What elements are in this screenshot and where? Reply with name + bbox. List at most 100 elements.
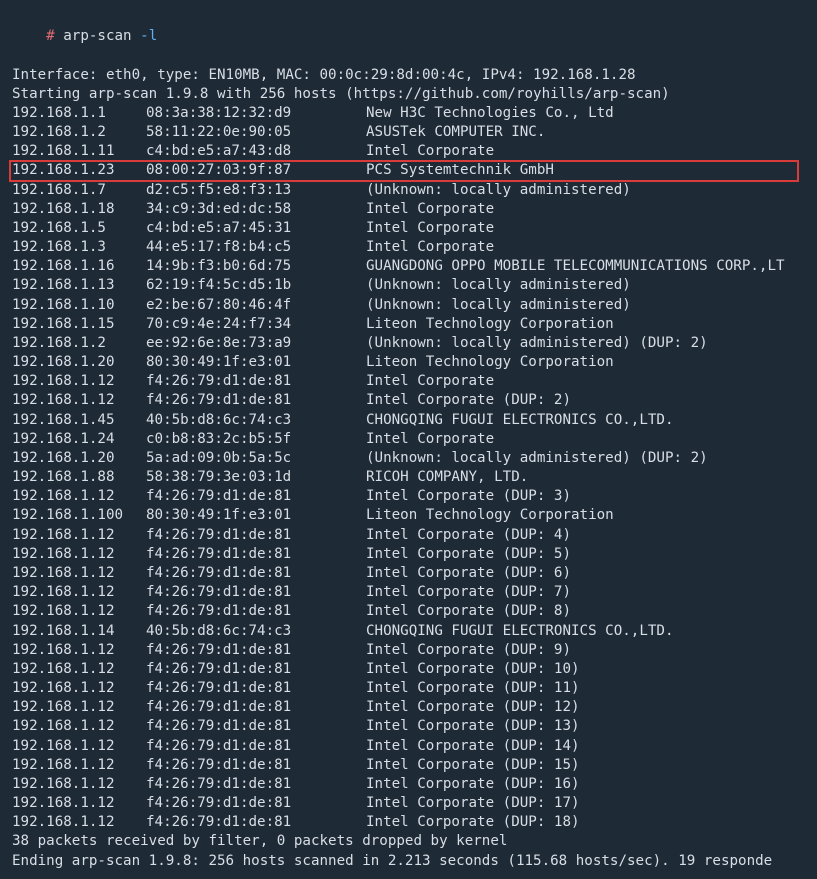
arp-ip: 192.168.1.23 (12, 161, 146, 180)
arp-ip: 192.168.1.88 (12, 468, 146, 487)
arp-ip: 192.168.1.12 (12, 564, 146, 583)
arp-vendor: PCS Systemtechnik GmbH (366, 161, 554, 180)
arp-result-row: 192.168.1.12f4:26:79:d1:de:81Intel Corpo… (12, 583, 805, 602)
arp-vendor: Intel Corporate (366, 372, 494, 391)
arp-vendor: Intel Corporate (DUP: 16) (366, 775, 580, 794)
arp-result-row: 192.168.1.2080:30:49:1f:e3:01Liteon Tech… (12, 353, 805, 372)
terminal-output[interactable]: # arp-scan -l Interface: eth0, type: EN1… (12, 8, 805, 871)
arp-vendor: Intel Corporate (DUP: 3) (366, 487, 571, 506)
arp-vendor: Intel Corporate (DUP: 8) (366, 602, 571, 621)
command-name: arp-scan (63, 28, 131, 44)
arp-ip: 192.168.1.12 (12, 660, 146, 679)
arp-vendor: (Unknown: locally administered) (366, 181, 631, 200)
arp-result-row: 192.168.1.7d2:c5:f5:e8:f3:13(Unknown: lo… (12, 181, 805, 200)
arp-mac: f4:26:79:d1:de:81 (146, 545, 366, 564)
arp-mac: 44:e5:17:f8:b4:c5 (146, 238, 366, 257)
arp-vendor: Intel Corporate (366, 430, 494, 449)
arp-vendor: ASUSTek COMPUTER INC. (366, 123, 545, 142)
arp-mac: 40:5b:d8:6c:74:c3 (146, 411, 366, 430)
arp-vendor: Liteon Technology Corporation (366, 353, 614, 372)
arp-mac: f4:26:79:d1:de:81 (146, 641, 366, 660)
arp-ip: 192.168.1.12 (12, 813, 146, 832)
arp-mac: f4:26:79:d1:de:81 (146, 775, 366, 794)
arp-mac: 58:11:22:0e:90:05 (146, 123, 366, 142)
arp-vendor: (Unknown: locally administered) (366, 296, 631, 315)
arp-ip: 192.168.1.12 (12, 641, 146, 660)
arp-result-row: 192.168.1.2308:00:27:03:9f:87PCS Systemt… (12, 161, 805, 180)
arp-vendor: Intel Corporate (DUP: 14) (366, 737, 580, 756)
arp-mac: f4:26:79:d1:de:81 (146, 487, 366, 506)
arp-mac: 58:38:79:3e:03:1d (146, 468, 366, 487)
interface-line: Interface: eth0, type: EN10MB, MAC: 00:0… (12, 66, 805, 85)
arp-vendor: New H3C Technologies Co., Ltd (366, 104, 614, 123)
arp-result-row: 192.168.1.8858:38:79:3e:03:1dRICOH COMPA… (12, 468, 805, 487)
arp-mac: ee:92:6e:8e:73:a9 (146, 334, 366, 353)
arp-result-row: 192.168.1.12f4:26:79:d1:de:81Intel Corpo… (12, 813, 805, 832)
arp-ip: 192.168.1.12 (12, 679, 146, 698)
arp-result-row: 192.168.1.258:11:22:0e:90:05ASUSTek COMP… (12, 123, 805, 142)
arp-ip: 192.168.1.12 (12, 602, 146, 621)
arp-result-row: 192.168.1.11c4:bd:e5:a7:43:d8Intel Corpo… (12, 142, 805, 161)
arp-ip: 192.168.1.12 (12, 756, 146, 775)
arp-result-row: 192.168.1.12f4:26:79:d1:de:81Intel Corpo… (12, 641, 805, 660)
arp-result-row: 192.168.1.205a:ad:09:0b:5a:5c(Unknown: l… (12, 449, 805, 468)
arp-vendor: Intel Corporate (DUP: 15) (366, 756, 580, 775)
arp-ip: 192.168.1.7 (12, 181, 146, 200)
arp-result-row: 192.168.1.12f4:26:79:d1:de:81Intel Corpo… (12, 487, 805, 506)
arp-ip: 192.168.1.12 (12, 775, 146, 794)
arp-mac: 5a:ad:09:0b:5a:5c (146, 449, 366, 468)
arp-mac: f4:26:79:d1:de:81 (146, 813, 366, 832)
arp-result-row: 192.168.1.12f4:26:79:d1:de:81Intel Corpo… (12, 564, 805, 583)
arp-ip: 192.168.1.12 (12, 487, 146, 506)
arp-vendor: (Unknown: locally administered) (366, 276, 631, 295)
arp-ip: 192.168.1.12 (12, 526, 146, 545)
arp-result-row: 192.168.1.108:3a:38:12:32:d9New H3C Tech… (12, 104, 805, 123)
arp-result-row: 192.168.1.5c4:bd:e5:a7:45:31Intel Corpor… (12, 219, 805, 238)
arp-vendor: Liteon Technology Corporation (366, 506, 614, 525)
arp-result-row: 192.168.1.12f4:26:79:d1:de:81Intel Corpo… (12, 545, 805, 564)
arp-ip: 192.168.1.20 (12, 449, 146, 468)
arp-result-row: 192.168.1.12f4:26:79:d1:de:81Intel Corpo… (12, 526, 805, 545)
arp-ip: 192.168.1.5 (12, 219, 146, 238)
arp-result-row: 192.168.1.1440:5b:d8:6c:74:c3CHONGQING F… (12, 622, 805, 641)
arp-result-row: 192.168.1.12f4:26:79:d1:de:81Intel Corpo… (12, 391, 805, 410)
arp-vendor: GUANGDONG OPPO MOBILE TELECOMMUNICATIONS… (366, 257, 785, 276)
arp-vendor: Intel Corporate (366, 142, 494, 161)
ending-summary: Ending arp-scan 1.9.8: 256 hosts scanned… (12, 852, 805, 871)
arp-ip: 192.168.1.24 (12, 430, 146, 449)
arp-result-row: 192.168.1.1362:19:f4:5c:d5:1b(Unknown: l… (12, 276, 805, 295)
arp-ip: 192.168.1.12 (12, 372, 146, 391)
arp-ip: 192.168.1.12 (12, 794, 146, 813)
arp-mac: 62:19:f4:5c:d5:1b (146, 276, 366, 295)
arp-mac: 14:9b:f3:b0:6d:75 (146, 257, 366, 276)
arp-result-row: 192.168.1.1614:9b:f3:b0:6d:75GUANGDONG O… (12, 257, 805, 276)
arp-vendor: RICOH COMPANY, LTD. (366, 468, 528, 487)
arp-result-row: 192.168.1.12f4:26:79:d1:de:81Intel Corpo… (12, 717, 805, 736)
arp-ip: 192.168.1.12 (12, 545, 146, 564)
arp-ip: 192.168.1.12 (12, 583, 146, 602)
arp-ip: 192.168.1.16 (12, 257, 146, 276)
packets-summary: 38 packets received by filter, 0 packets… (12, 832, 805, 851)
arp-mac: f4:26:79:d1:de:81 (146, 660, 366, 679)
arp-ip: 192.168.1.18 (12, 200, 146, 219)
arp-ip: 192.168.1.12 (12, 737, 146, 756)
arp-mac: 34:c9:3d:ed:dc:58 (146, 200, 366, 219)
arp-result-row: 192.168.1.1570:c9:4e:24:f7:34Liteon Tech… (12, 315, 805, 334)
arp-vendor: Intel Corporate (DUP: 9) (366, 641, 571, 660)
arp-result-row: 192.168.1.12f4:26:79:d1:de:81Intel Corpo… (12, 737, 805, 756)
arp-mac: f4:26:79:d1:de:81 (146, 756, 366, 775)
arp-ip: 192.168.1.12 (12, 717, 146, 736)
arp-mac: d2:c5:f5:e8:f3:13 (146, 181, 366, 200)
arp-vendor: Intel Corporate (DUP: 5) (366, 545, 571, 564)
arp-mac: f4:26:79:d1:de:81 (146, 583, 366, 602)
arp-ip: 192.168.1.1 (12, 104, 146, 123)
arp-mac: 40:5b:d8:6c:74:c3 (146, 622, 366, 641)
arp-mac: f4:26:79:d1:de:81 (146, 794, 366, 813)
arp-mac: e2:be:67:80:46:4f (146, 296, 366, 315)
arp-mac: c4:bd:e5:a7:45:31 (146, 219, 366, 238)
arp-result-row: 192.168.1.12f4:26:79:d1:de:81Intel Corpo… (12, 756, 805, 775)
arp-ip: 192.168.1.2 (12, 123, 146, 142)
arp-ip: 192.168.1.20 (12, 353, 146, 372)
arp-mac: f4:26:79:d1:de:81 (146, 526, 366, 545)
arp-vendor: Intel Corporate (366, 238, 494, 257)
